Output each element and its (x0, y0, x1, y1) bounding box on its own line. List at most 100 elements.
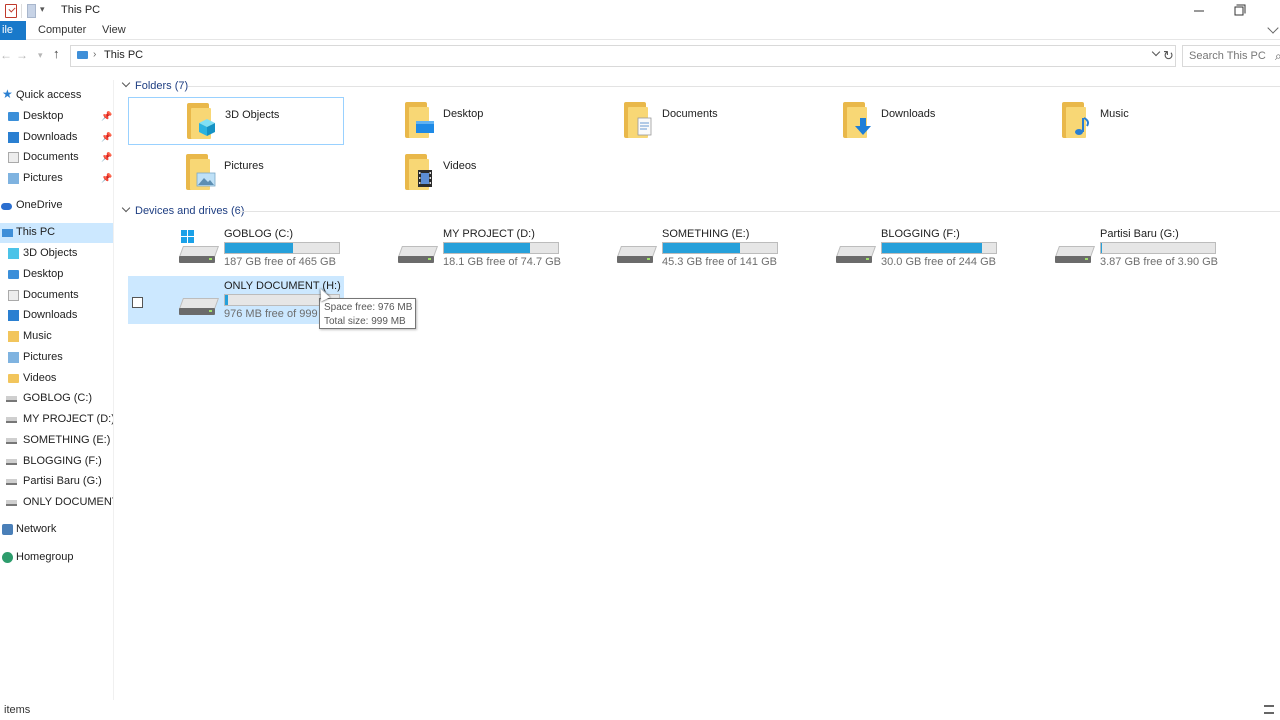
nav-pc-documents[interactable]: Documents (0, 286, 113, 306)
breadcrumb-chevron-icon[interactable]: › (93, 49, 96, 60)
drive-usage-fill (444, 243, 531, 253)
nav-drive-c[interactable]: GOBLOG (C:) (0, 389, 113, 409)
new-folder-icon[interactable] (27, 4, 36, 18)
nav-label: Documents (23, 289, 79, 301)
drive-tile-h[interactable]: ONLY DOCUMENT (H:) 976 MB free of 999 MB (128, 276, 344, 324)
drive-tile-c[interactable]: GOBLOG (C:) 187 GB free of 465 GB (128, 224, 344, 272)
nav-pc-downloads[interactable]: Downloads (0, 306, 113, 326)
recent-locations-chevron-icon[interactable]: ▾ (38, 50, 43, 61)
drive-icon (6, 396, 17, 402)
documents-folder-icon (8, 152, 19, 163)
back-arrow-icon[interactable]: ← (0, 48, 12, 62)
nav-drive-e[interactable]: SOMETHING (E:) (0, 431, 113, 451)
drive-tile-e[interactable]: SOMETHING (E:) 45.3 GB free of 141 GB (566, 224, 782, 272)
collapse-chevron-icon (121, 203, 131, 213)
drive-tile-f[interactable]: BLOGGING (F:) 30.0 GB free of 244 GB (785, 224, 1001, 272)
nav-drive-g[interactable]: Partisi Baru (G:) (0, 472, 113, 492)
nav-quick-pictures[interactable]: Pictures 📌 (0, 169, 113, 189)
nav-network[interactable]: Network (0, 520, 113, 540)
search-box[interactable]: ⌕ (1182, 45, 1280, 67)
nav-drive-f[interactable]: BLOGGING (F:) (0, 452, 113, 472)
devices-section-header[interactable]: Devices and drives (6) (121, 203, 244, 217)
tab-file[interactable]: ile (0, 21, 26, 40)
nav-pc-videos[interactable]: Videos (0, 369, 113, 389)
restore-icon (1234, 4, 1246, 15)
drive-tile-g[interactable]: Partisi Baru (G:) 3.87 GB free of 3.90 G… (1004, 224, 1220, 272)
item-checkbox[interactable] (132, 297, 143, 308)
desktop-folder-icon (8, 270, 19, 279)
drive-tile-d[interactable]: MY PROJECT (D:) 18.1 GB free of 74.7 GB (347, 224, 563, 272)
search-icon[interactable]: ⌕ (1275, 49, 1280, 64)
pin-icon: 📌 (101, 152, 113, 162)
folders-section-header[interactable]: Folders (7) (121, 78, 188, 92)
folder-tile-documents[interactable]: Documents (566, 97, 782, 145)
folder-name: 3D Objects (225, 109, 280, 121)
folder-icon (405, 154, 432, 190)
windows-logo-icon (181, 230, 195, 244)
nav-pc-music[interactable]: Music (0, 327, 113, 347)
customize-toolbar-chevron-icon[interactable]: ▾ (40, 4, 45, 18)
nav-onedrive[interactable]: OneDrive (0, 196, 113, 216)
this-pc-icon (2, 229, 13, 237)
drive-usage-bar (881, 242, 997, 254)
details-view-icon[interactable] (1264, 705, 1274, 714)
expand-ribbon-chevron-icon[interactable] (1267, 22, 1279, 34)
nav-label: Network (16, 523, 57, 535)
address-dropdown-chevron-icon[interactable] (1151, 47, 1161, 57)
drive-usage-fill (882, 243, 982, 253)
drive-usage-fill (225, 295, 228, 305)
nav-pc-pictures[interactable]: Pictures (0, 348, 113, 368)
up-arrow-icon[interactable]: ↑ (53, 46, 60, 61)
nav-quick-documents[interactable]: Documents 📌 (0, 148, 113, 168)
forward-arrow-icon[interactable]: → (16, 48, 28, 62)
title-bar: ▾ This PC (0, 0, 1280, 21)
nav-label: Videos (23, 372, 57, 384)
folder-tile-pictures[interactable]: Pictures (128, 149, 344, 197)
folder-tile-3d-objects[interactable]: 3D Objects (128, 97, 344, 145)
download-arrow-icon (855, 118, 871, 135)
collapse-chevron-icon (121, 78, 131, 88)
nav-label: Quick access (16, 89, 82, 101)
film-strip-icon (418, 170, 432, 187)
tab-computer[interactable]: Computer (38, 24, 86, 36)
3d-cube-icon (199, 119, 215, 136)
properties-check-icon[interactable] (5, 4, 17, 18)
restore-button[interactable] (1216, 0, 1262, 21)
folder-tile-desktop[interactable]: Desktop (347, 97, 563, 145)
search-input[interactable] (1189, 47, 1279, 65)
minimize-icon (1194, 10, 1204, 11)
refresh-icon[interactable]: ↻ (1163, 48, 1174, 64)
desktop-icon (416, 121, 434, 133)
folder-name: Pictures (224, 160, 264, 172)
nav-quick-downloads[interactable]: Downloads 📌 (0, 128, 113, 148)
nav-pc-desktop[interactable]: Desktop (0, 265, 113, 285)
nav-label: Downloads (23, 131, 78, 143)
nav-quick-access[interactable]: ★ Quick access (0, 86, 113, 106)
drive-name: GOBLOG (C:) (224, 228, 294, 240)
folder-name: Videos (443, 160, 477, 172)
folder-tile-downloads[interactable]: Downloads (785, 97, 1001, 145)
nav-homegroup[interactable]: Homegroup (0, 548, 113, 568)
hard-drive-icon (835, 246, 877, 264)
nav-drive-h[interactable]: ONLY DOCUMENT ( (0, 493, 113, 513)
drive-name: Partisi Baru (G:) (1100, 228, 1179, 240)
drive-icon (6, 417, 17, 423)
nav-quick-desktop[interactable]: Desktop 📌 (0, 107, 113, 127)
nav-pc-3d-objects[interactable]: 3D Objects (0, 244, 113, 264)
quick-access-divider (21, 4, 22, 18)
folder-icon (843, 102, 871, 138)
onedrive-cloud-icon (1, 203, 12, 210)
folder-tile-music[interactable]: Music (1004, 97, 1220, 145)
videos-folder-icon (8, 374, 19, 383)
drive-icon (6, 479, 17, 485)
nav-drive-d[interactable]: MY PROJECT (D:) (0, 410, 113, 430)
folder-tile-videos[interactable]: Videos (347, 149, 563, 197)
address-bar[interactable]: › This PC ↻ (70, 45, 1176, 67)
nav-label: ONLY DOCUMENT ( (23, 496, 113, 508)
nav-label: SOMETHING (E:) (23, 434, 111, 446)
nav-label: Homegroup (16, 551, 74, 563)
music-folder-icon (8, 331, 19, 342)
tab-view[interactable]: View (102, 24, 126, 36)
nav-this-pc[interactable]: This PC (0, 223, 113, 243)
breadcrumb-this-pc[interactable]: This PC (104, 49, 143, 61)
